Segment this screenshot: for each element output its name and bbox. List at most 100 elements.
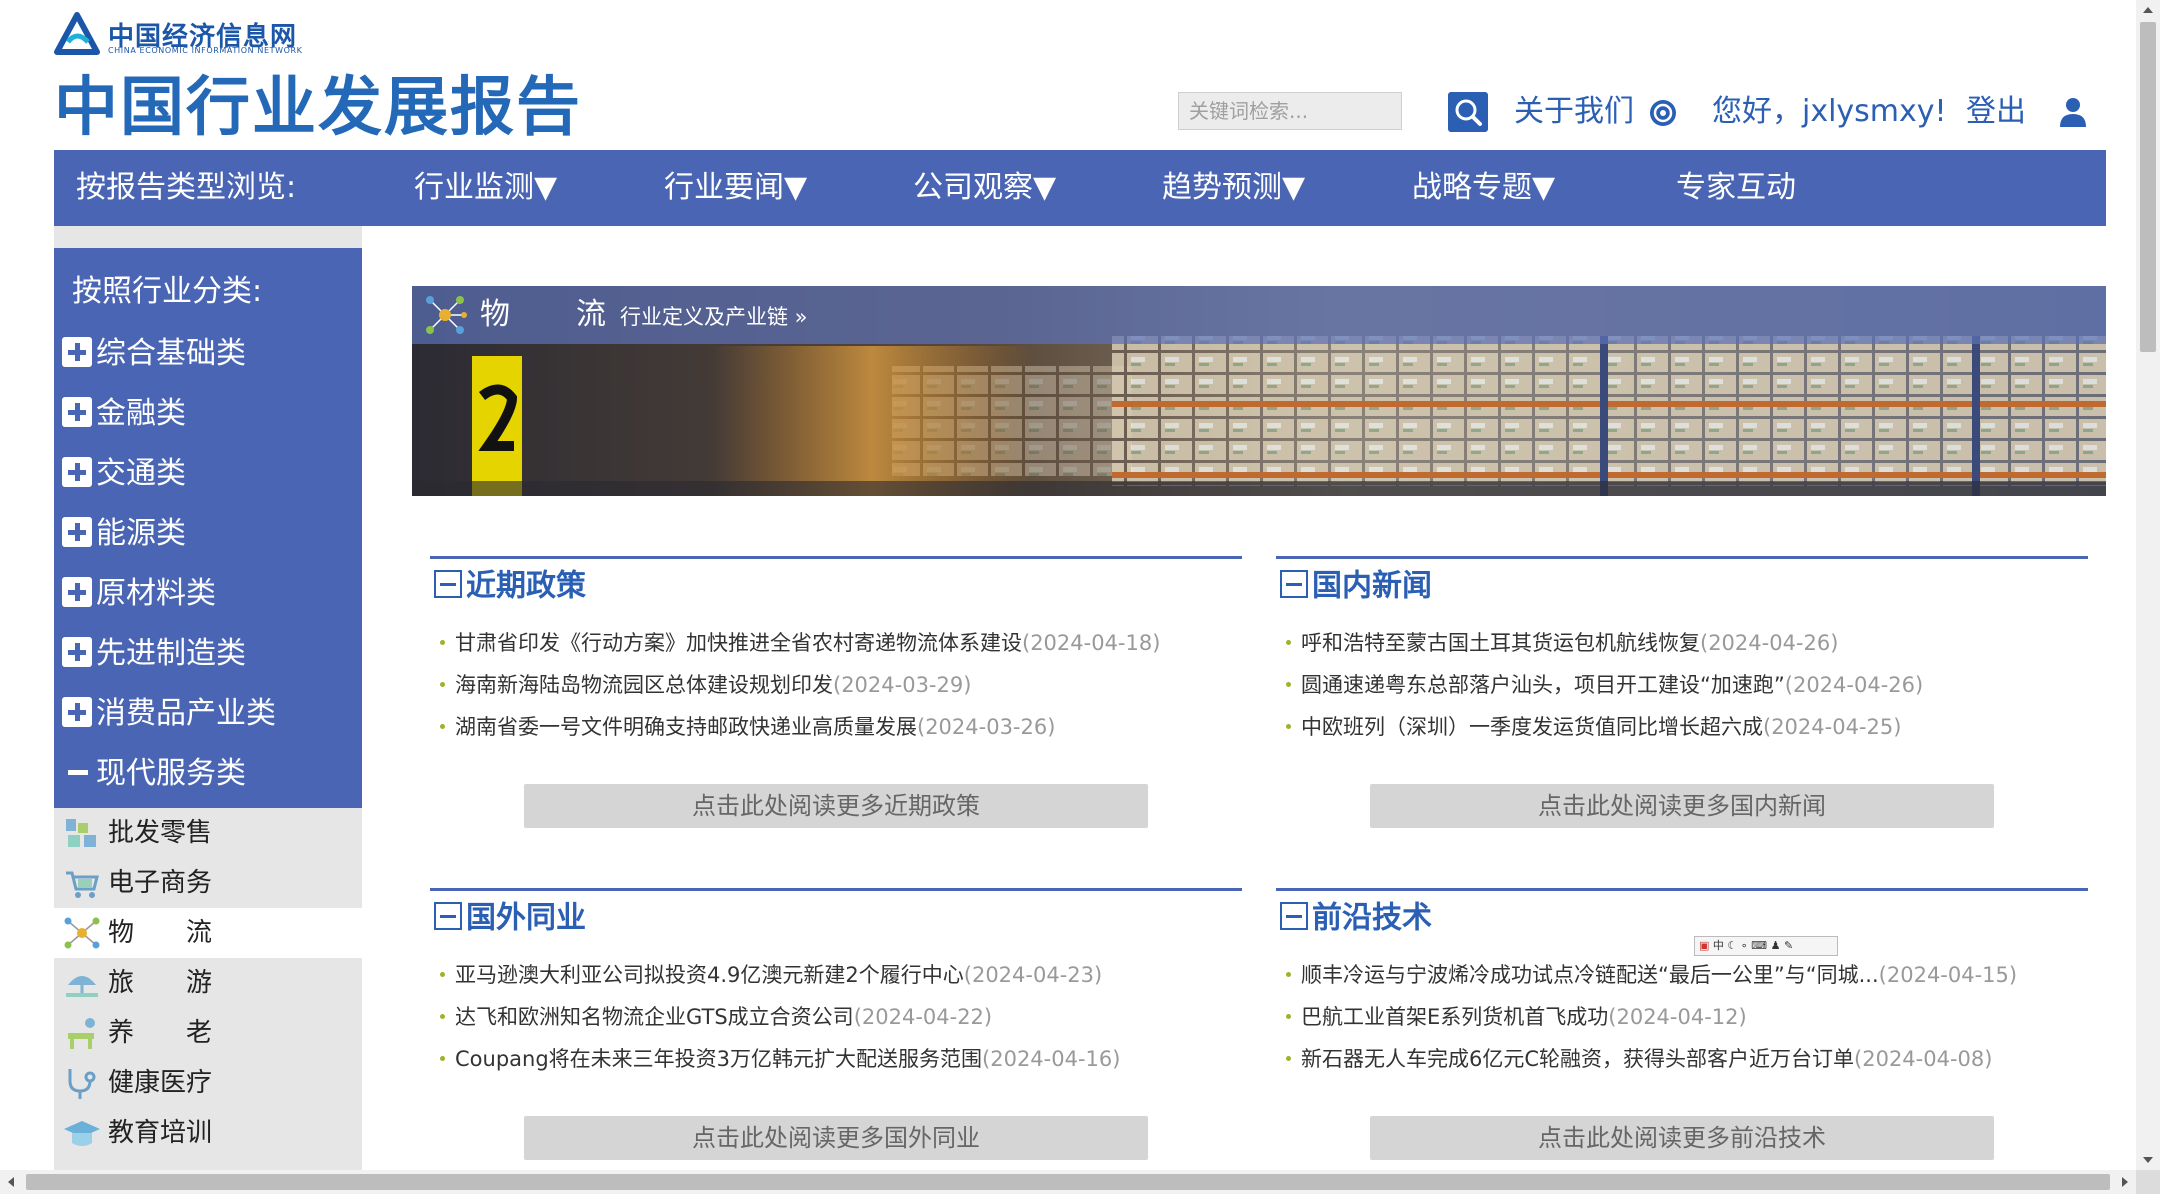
subcategory-ecommerce[interactable]: 电子商务: [54, 858, 362, 908]
news-title: 巴航工业首架E系列货机首飞成功: [1301, 1005, 1609, 1029]
stethoscope-icon: [68, 1069, 96, 1099]
scroll-up-icon[interactable]: [2136, 0, 2160, 20]
news-item[interactable]: 海南新海陆岛物流园区总体建设规划印发(2024-03-29): [438, 664, 1238, 706]
elderly-care-icon: [68, 1018, 95, 1049]
nav-item-strategy-topics[interactable]: 战略专题▼: [1412, 150, 1555, 226]
subcategory-tourism[interactable]: 旅 游: [54, 958, 362, 1008]
news-item[interactable]: 新石器无人车完成6亿元C轮融资，获得头部客户近万台订单(2024-04-08): [1284, 1038, 2084, 1080]
section-divider: [1276, 888, 2088, 891]
news-list: 亚马逊澳大利亚公司拟投资4.9亿澳元新建2个履行中心(2024-04-23) 达…: [438, 954, 1238, 1080]
nav-item-trend-forecast[interactable]: 趋势预测▼: [1162, 150, 1305, 226]
subcategory-healthcare[interactable]: 健康医疗: [54, 1058, 362, 1108]
news-title: 中欧班列（深圳）一季度发运货值同比增长超六成: [1301, 715, 1763, 739]
minus-box-icon[interactable]: [1280, 901, 1308, 930]
search-input[interactable]: [1178, 92, 1402, 130]
vertical-scroll-thumb[interactable]: [2140, 22, 2156, 352]
news-date: (2024-04-26): [1784, 673, 1924, 697]
minus-box-icon[interactable]: [1280, 569, 1308, 598]
nav-item-company-watch[interactable]: 公司观察▼: [913, 150, 1056, 226]
category-consumer-goods[interactable]: 消费品产业类: [62, 692, 358, 736]
category-label: 先进制造类: [96, 636, 246, 671]
news-item[interactable]: 呼和浩特至蒙古国土耳其货运包机航线恢复(2024-04-26): [1284, 622, 2084, 664]
category-raw-materials[interactable]: 原材料类: [62, 572, 358, 616]
search-icon: [1455, 99, 1482, 126]
nav-item-industry-news[interactable]: 行业要闻▼: [664, 150, 807, 226]
news-item[interactable]: 顺丰冷运与宁波烯冷成功试点冷链配送“最后一公里”与“同城...(2024-04-…: [1284, 954, 2084, 996]
category-basic[interactable]: 综合基础类: [62, 332, 358, 376]
subcategory-wholesale-retail[interactable]: 批发零售: [54, 808, 362, 858]
minus-box-icon[interactable]: [434, 569, 462, 598]
news-date: (2024-04-25): [1763, 715, 1902, 739]
news-list: 甘肃省印发《行动方案》加快推进全省农村寄递物流体系建设(2024-04-18) …: [438, 622, 1238, 748]
category-label: 综合基础类: [96, 336, 246, 371]
bullet-icon: [1286, 1055, 1291, 1061]
ime-moon-icon[interactable]: ☾: [1727, 939, 1737, 952]
category-label: 现代服务类: [96, 756, 246, 791]
ime-toolbar[interactable]: ▣ 中 ☾ ∘ ⌨ ♟ ✎: [1694, 936, 1838, 956]
ime-dot-icon[interactable]: ∘: [1741, 939, 1748, 952]
news-item[interactable]: 甘肃省印发《行动方案》加快推进全省农村寄递物流体系建设(2024-04-18): [438, 622, 1238, 664]
news-date: (2024-04-15): [1878, 963, 2018, 987]
ime-user-icon[interactable]: ♟: [1771, 939, 1781, 952]
minus-box-icon[interactable]: [434, 901, 462, 930]
category-modern-services[interactable]: 现代服务类: [62, 752, 358, 796]
news-item[interactable]: 亚马逊澳大利亚公司拟投资4.9亿澳元新建2个履行中心(2024-04-23): [438, 954, 1238, 996]
news-item[interactable]: 湖南省委一号文件明确支持邮政快递业高质量发展(2024-03-26): [438, 706, 1238, 748]
section-header: 国外同业: [434, 898, 586, 938]
section-divider: [430, 888, 1242, 891]
subcategory-education[interactable]: 教育培训: [54, 1108, 362, 1158]
news-list: 顺丰冷运与宁波烯冷成功试点冷链配送“最后一公里”与“同城...(2024-04-…: [1284, 954, 2084, 1080]
news-date: (2024-03-26): [917, 715, 1056, 739]
plus-icon: [62, 696, 92, 727]
bullet-icon: [1286, 681, 1291, 687]
news-item[interactable]: 达飞和欧洲知名物流企业GTS成立合资公司(2024-04-22): [438, 996, 1238, 1038]
more-foreign-peers-button[interactable]: 点击此处阅读更多国外同业: [524, 1116, 1148, 1160]
news-title: Coupang将在未来三年投资3万亿韩元扩大配送服务范围: [455, 1047, 983, 1071]
logout-link[interactable]: 登出: [1966, 92, 2026, 132]
category-energy[interactable]: 能源类: [62, 512, 358, 556]
news-date: (2024-04-23): [963, 963, 1103, 987]
subcategory-label: 旅 游: [108, 968, 213, 998]
section-header: 国内新闻: [1280, 566, 1432, 606]
category-finance[interactable]: 金融类: [62, 392, 358, 436]
more-frontier-tech-button[interactable]: 点击此处阅读更多前沿技术: [1370, 1116, 1994, 1160]
help-icon[interactable]: [1648, 98, 1678, 128]
ime-mode[interactable]: 中: [1713, 939, 1724, 952]
news-item[interactable]: 中欧班列（深圳）一季度发运货值同比增长超六成(2024-04-25): [1284, 706, 2084, 748]
nav-item-industry-monitoring[interactable]: 行业监测▼: [414, 150, 557, 226]
more-domestic-news-button[interactable]: 点击此处阅读更多国内新闻: [1370, 784, 1994, 828]
section-header: 近期政策: [434, 566, 586, 606]
scroll-down-icon[interactable]: [2136, 1150, 2160, 1170]
section-title: 国外同业: [466, 900, 586, 936]
about-us-link[interactable]: 关于我们: [1514, 92, 1634, 132]
scroll-left-icon[interactable]: [0, 1170, 24, 1194]
news-date: (2024-04-08): [1854, 1047, 1993, 1071]
user-icon[interactable]: [2058, 96, 2088, 128]
industry-banner: 物 流 行业定义及产业链 »: [412, 286, 2106, 496]
industry-definition-link[interactable]: 行业定义及产业链 »: [620, 286, 808, 348]
wholesale-icon: [66, 819, 96, 847]
ime-keyboard-icon[interactable]: ⌨: [1751, 939, 1767, 952]
tourism-icon: [66, 976, 98, 997]
category-advanced-manufacturing[interactable]: 先进制造类: [62, 632, 358, 676]
news-item[interactable]: Coupang将在未来三年投资3万亿韩元扩大配送服务范围(2024-04-16): [438, 1038, 1238, 1080]
news-date: (2024-04-22): [853, 1005, 993, 1029]
subcategory-label: 养 老: [108, 1018, 213, 1048]
category-label: 金融类: [96, 396, 186, 431]
subcategory-elderly-care[interactable]: 养 老: [54, 1008, 362, 1058]
plus-icon: [62, 336, 92, 367]
nav-item-expert-interaction[interactable]: 专家互动: [1676, 150, 1796, 226]
scroll-right-icon[interactable]: [2112, 1170, 2136, 1194]
sidebar-spacer: [54, 226, 362, 248]
horizontal-scroll-thumb[interactable]: [26, 1174, 2110, 1190]
plus-icon: [62, 516, 92, 547]
banner-title: 物 流: [480, 297, 608, 332]
more-policies-button[interactable]: 点击此处阅读更多近期政策: [524, 784, 1148, 828]
search-button[interactable]: [1448, 92, 1488, 132]
subcategory-logistics[interactable]: 物 流: [54, 908, 362, 958]
ime-settings-icon[interactable]: ✎: [1784, 939, 1793, 952]
news-item[interactable]: 圆通速递粤东总部落户汕头，项目开工建设“加速跑”(2024-04-26): [1284, 664, 2084, 706]
subcategory-label: 健康医疗: [108, 1068, 213, 1098]
news-item[interactable]: 巴航工业首架E系列货机首飞成功(2024-04-12): [1284, 996, 2084, 1038]
category-transport[interactable]: 交通类: [62, 452, 358, 496]
